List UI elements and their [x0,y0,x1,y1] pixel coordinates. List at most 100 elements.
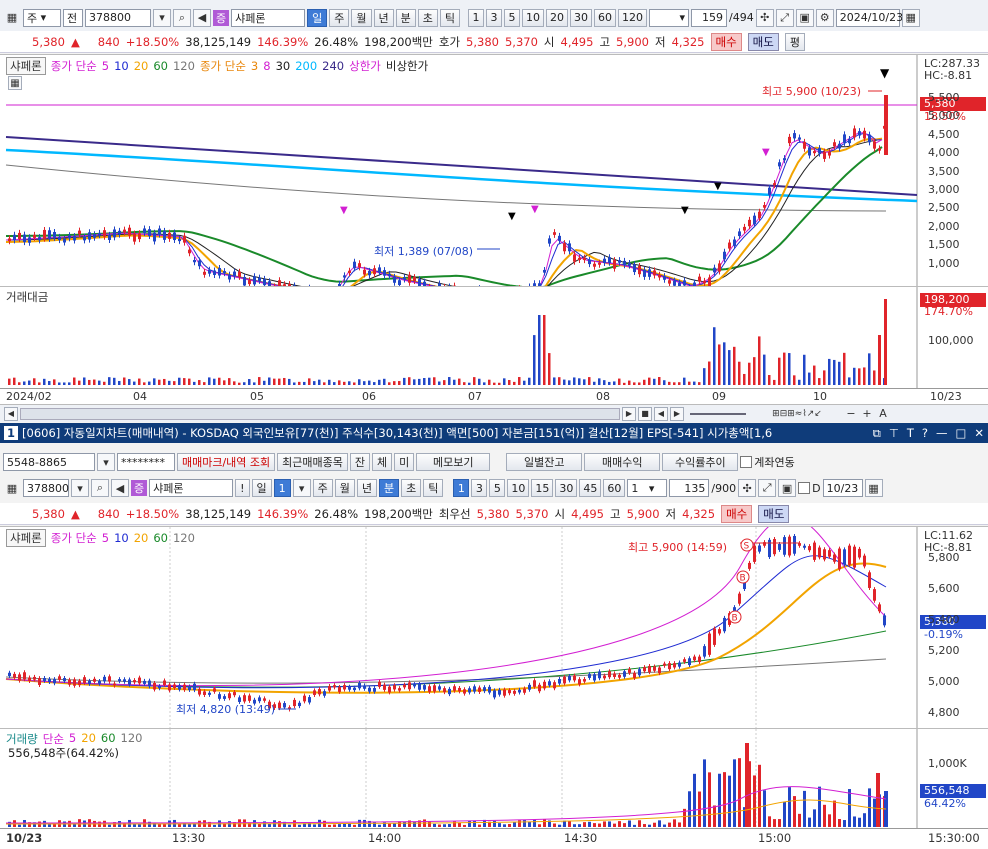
date-input[interactable]: 2024/10/23 [835,8,903,27]
chart-overlay-icon[interactable]: ⤢ [775,8,794,27]
interval-60-button[interactable]: 60 [594,8,616,27]
stock-code-input[interactable]: 378800 [85,8,151,27]
account-select[interactable]: 5548-8865 [3,453,95,471]
account-link-checkbox[interactable] [740,456,753,468]
password-input[interactable]: ******** [117,453,175,471]
interval-1-button[interactable]: 1 [468,8,484,27]
scroll-left-icon[interactable]: ◀ [4,406,18,421]
help-icon[interactable]: ? [922,426,928,440]
interval-custom-select[interactable]: ▾ [649,8,689,27]
buy-button[interactable]: 매수 [710,32,742,51]
stock-name-field[interactable]: 샤페론 [231,8,306,27]
intraday-day-count[interactable]: 1 [273,479,291,497]
data-count-input[interactable]: 159 [691,8,727,27]
speaker-icon[interactable]: ◀ [193,8,211,27]
interval-120-button[interactable]: 120 [618,8,647,27]
period-tick-button[interactable]: 틱 [439,8,460,27]
period-week-button[interactable]: 주 [329,8,350,27]
intraday-interval-45[interactable]: 45 [579,479,602,497]
period-second-button[interactable]: 초 [417,8,438,27]
pin-icon[interactable]: ⊤ [889,426,899,440]
sell-button[interactable]: 매도 [747,32,779,51]
intraday-week-button[interactable]: 주 [312,479,333,497]
trade-profit-button[interactable]: 매매수익 [584,453,661,471]
link-icon[interactable]: ⧉ [873,426,881,441]
period-minute-button[interactable]: 분 [395,8,416,27]
search-icon[interactable]: ⌕ [173,8,191,27]
intraday-interval-1[interactable]: 1 [453,479,470,497]
market-select[interactable]: 주 ▾ [23,8,61,27]
chart-stock-tag[interactable]: 샤페론 [6,529,46,547]
intraday-interval-60[interactable]: 60 [603,479,626,497]
speaker-icon[interactable]: ◀ [111,479,129,497]
text-icon[interactable]: T [907,426,914,440]
interval-10-button[interactable]: 10 [522,8,544,27]
daily-balance-button[interactable]: 일별잔고 [506,453,583,471]
close-icon[interactable]: ✕ [974,426,984,440]
buy-button[interactable]: 매수 [721,504,753,523]
balance-c-button[interactable]: 체 [372,453,393,471]
floppy-icon[interactable]: ▣ [795,8,814,27]
grid-icon[interactable]: ▦ [3,9,21,27]
interval-5-button[interactable]: 5 [504,8,520,27]
intraday-month-button[interactable]: 월 [334,479,355,497]
search-icon[interactable]: ⌕ [91,479,109,497]
intraday-interval-5[interactable]: 5 [489,479,506,497]
play-icon[interactable]: ▶ [622,406,636,421]
font-icon[interactable]: A [876,407,890,421]
zoom-out-icon[interactable]: − [844,407,858,421]
grid-icon[interactable]: ▦ [3,479,21,497]
recent-trades-button[interactable]: 최근매매종목 [277,453,348,471]
memo-button[interactable]: 메모보기 [416,453,491,471]
intraday-minute-button[interactable]: 분 [379,479,400,497]
chevron-down-icon[interactable]: ▾ [97,453,115,471]
floppy-icon[interactable]: ▣ [778,479,797,497]
interval-30-button[interactable]: 30 [570,8,592,27]
stop-icon[interactable]: ■ [638,406,652,421]
alert-button[interactable]: ! [235,479,250,497]
chevron-down-icon[interactable]: ▾ [71,479,89,497]
balance-m-button[interactable]: 미 [394,453,415,471]
intraday-second-button[interactable]: 초 [401,479,422,497]
intraday-interval-10[interactable]: 10 [507,479,530,497]
minimize-icon[interactable]: — [936,426,948,440]
intraday-year-button[interactable]: 년 [356,479,378,497]
chart-settings-icon[interactable]: ✣ [755,8,774,27]
eval-button[interactable]: 평 [784,32,805,51]
zoom-tools-icon[interactable]: ⊞⊟⊞≈⌇↗↙ [752,407,842,421]
intraday-interval-30[interactable]: 30 [555,479,578,497]
maximize-icon[interactable]: □ [955,426,966,440]
interval-3-button[interactable]: 3 [486,8,502,27]
chart-overlay-icon[interactable]: ⤢ [758,479,777,497]
prefix-select[interactable]: 전 [63,8,83,27]
chart-settings-icon[interactable]: ✣ [738,479,757,497]
intraday-interval-3[interactable]: 3 [471,479,488,497]
interval-20-button[interactable]: 20 [546,8,568,27]
calendar-icon[interactable]: ▦ [864,479,883,497]
chart-stock-tag[interactable]: 샤페론 [6,57,46,75]
intraday-day-button[interactable]: 일 [251,479,272,497]
sell-button[interactable]: 매도 [758,504,790,523]
chevron-down-icon[interactable]: ▾ [292,479,311,497]
gear-icon[interactable]: ⚙ [815,8,834,27]
period-month-button[interactable]: 월 [351,8,372,27]
zoom-slider[interactable] [690,412,746,415]
step-left-icon[interactable]: ◀ [654,406,668,421]
return-trend-button[interactable]: 수익률추이 [662,453,739,471]
period-day-button[interactable]: 일 [307,8,328,27]
step-right-icon[interactable]: ▶ [670,406,684,421]
scroll-track[interactable] [20,407,620,420]
intraday-interval-15[interactable]: 15 [531,479,554,497]
trade-mark-button[interactable]: 매매마크/내역 조회 [177,453,276,471]
intraday-date-input[interactable]: 10/23 [822,479,863,497]
chevron-down-icon[interactable]: ▾ [153,8,171,27]
d-checkbox[interactable] [798,482,811,494]
intraday-interval-select[interactable]: 1 ▾ [627,479,668,497]
intraday-name-field[interactable]: 샤페론 [149,479,234,497]
intraday-code-input[interactable]: 378800 [23,479,69,497]
balance-j-button[interactable]: 잔 [349,453,371,471]
window-number-icon[interactable]: 1 [4,426,19,440]
zoom-in-icon[interactable]: + [860,407,874,421]
calendar-icon[interactable]: ▦ [901,8,920,27]
intraday-tick-button[interactable]: 틱 [423,479,444,497]
